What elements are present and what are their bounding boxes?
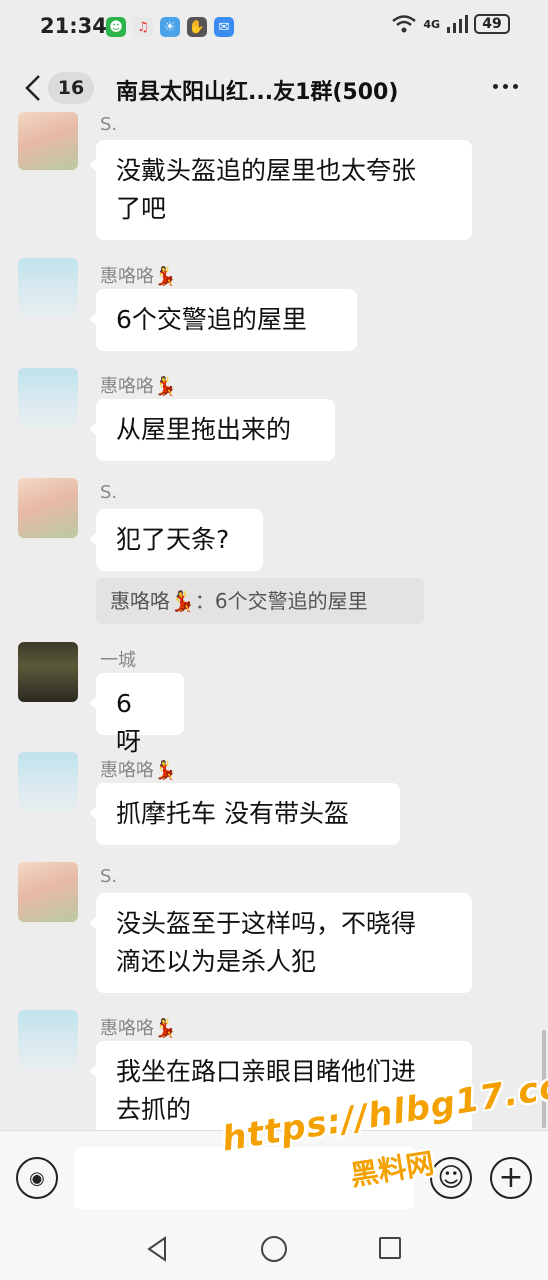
music-icon: ♫ <box>133 17 153 37</box>
wifi-icon <box>392 15 417 33</box>
message-line: 6 呀 <box>116 689 142 756</box>
shin-chan-avatar[interactable] <box>18 478 78 538</box>
message-line: 从屋里拖出来的 <box>116 415 292 444</box>
emoji-icon[interactable]: ☺ <box>430 1157 472 1199</box>
message-bubble[interactable]: 6个交警追的屋里 <box>96 289 357 351</box>
unread-count-badge[interactable]: 16 <box>48 72 94 104</box>
shin-chan-avatar[interactable] <box>18 112 78 170</box>
nav-home-icon[interactable] <box>261 1236 287 1262</box>
message-bubble[interactable]: 犯了天条? <box>96 509 263 571</box>
message-line: 6个交警追的屋里 <box>116 305 307 334</box>
message-bubble[interactable]: 没戴头盔追的屋里也太夸张 了吧 <box>96 140 472 240</box>
system-nav-bar <box>0 1224 548 1280</box>
network-type: 4G <box>423 17 440 31</box>
message-bubble[interactable]: 从屋里拖出来的 <box>96 399 335 461</box>
signal-icon <box>447 15 468 33</box>
input-bar: ◉ ☺ + <box>0 1130 548 1224</box>
plus-icon[interactable]: + <box>490 1157 532 1199</box>
scrollbar[interactable] <box>542 1030 546 1128</box>
shin-chan-avatar[interactable] <box>18 862 78 922</box>
back-arrow-icon[interactable] <box>22 74 44 102</box>
chat-title: 南县太阳山红...友1群(500) <box>116 80 399 105</box>
chat-header: 16 南县太阳山红...友1群(500) <box>0 56 548 120</box>
sender-name: 一城 <box>100 650 136 671</box>
message-input[interactable] <box>74 1147 414 1209</box>
sender-name: 惠咯咯💃 <box>100 1018 177 1039</box>
message-line: 犯了天条? <box>116 525 230 554</box>
sender-name: 惠咯咯💃 <box>100 760 177 781</box>
message-line: 抓摩托车 没有带头盔 <box>116 799 349 828</box>
message-bubble[interactable]: 6 呀 <box>96 673 184 756</box>
sender-name: 惠咯咯💃 <box>100 376 177 397</box>
status-app-icons: ☻ ♫ ☀ ✋ ✉ <box>106 17 234 37</box>
battery-icon: 49 <box>474 14 510 34</box>
city-avatar[interactable] <box>18 642 78 702</box>
status-time: 21:34 <box>40 14 107 38</box>
nav-recent-apps-icon[interactable] <box>379 1237 401 1259</box>
sender-name: 惠咯咯💃 <box>100 266 177 287</box>
hui-avatar[interactable] <box>18 752 78 812</box>
sender-name: S. <box>100 866 118 887</box>
status-bar: 21:34 ☻ ♫ ☀ ✋ ✉ 4G 49 <box>0 0 548 56</box>
sender-name: S. <box>100 114 118 135</box>
sender-name: S. <box>100 482 118 503</box>
status-indicators: 4G 49 <box>391 14 510 34</box>
weather-icon: ☀ <box>160 17 180 37</box>
message-line: 了吧 <box>116 194 167 223</box>
voice-input-icon[interactable]: ◉ <box>16 1157 58 1199</box>
hui-avatar[interactable] <box>18 258 78 318</box>
quoted-message[interactable]: 惠咯咯💃：6个交警追的屋里 <box>96 578 424 624</box>
message-line: 没头盔至于这样吗，不晓得 <box>116 909 417 938</box>
chat-icon: ✉ <box>214 17 234 37</box>
message-line: 滴还以为是杀人犯 <box>116 947 317 976</box>
hui-avatar[interactable] <box>18 368 78 428</box>
hui-avatar[interactable] <box>18 1010 78 1070</box>
robot-icon: ☻ <box>106 17 126 37</box>
message-bubble[interactable]: 抓摩托车 没有带头盔 <box>96 783 400 845</box>
hand-icon: ✋ <box>187 17 207 37</box>
message-bubble[interactable]: 没头盔至于这样吗，不晓得 滴还以为是杀人犯 <box>96 893 472 993</box>
message-line: 我坐在路口亲眼目睹他们进 <box>116 1057 417 1086</box>
message-line: 去抓的 <box>116 1095 192 1124</box>
more-options-icon[interactable] <box>493 84 518 89</box>
message-line: 没戴头盔追的屋里也太夸张 <box>116 156 417 185</box>
nav-back-icon[interactable] <box>145 1236 169 1262</box>
message-bubble[interactable]: 我坐在路口亲眼目睹他们进 去抓的 <box>96 1041 472 1130</box>
